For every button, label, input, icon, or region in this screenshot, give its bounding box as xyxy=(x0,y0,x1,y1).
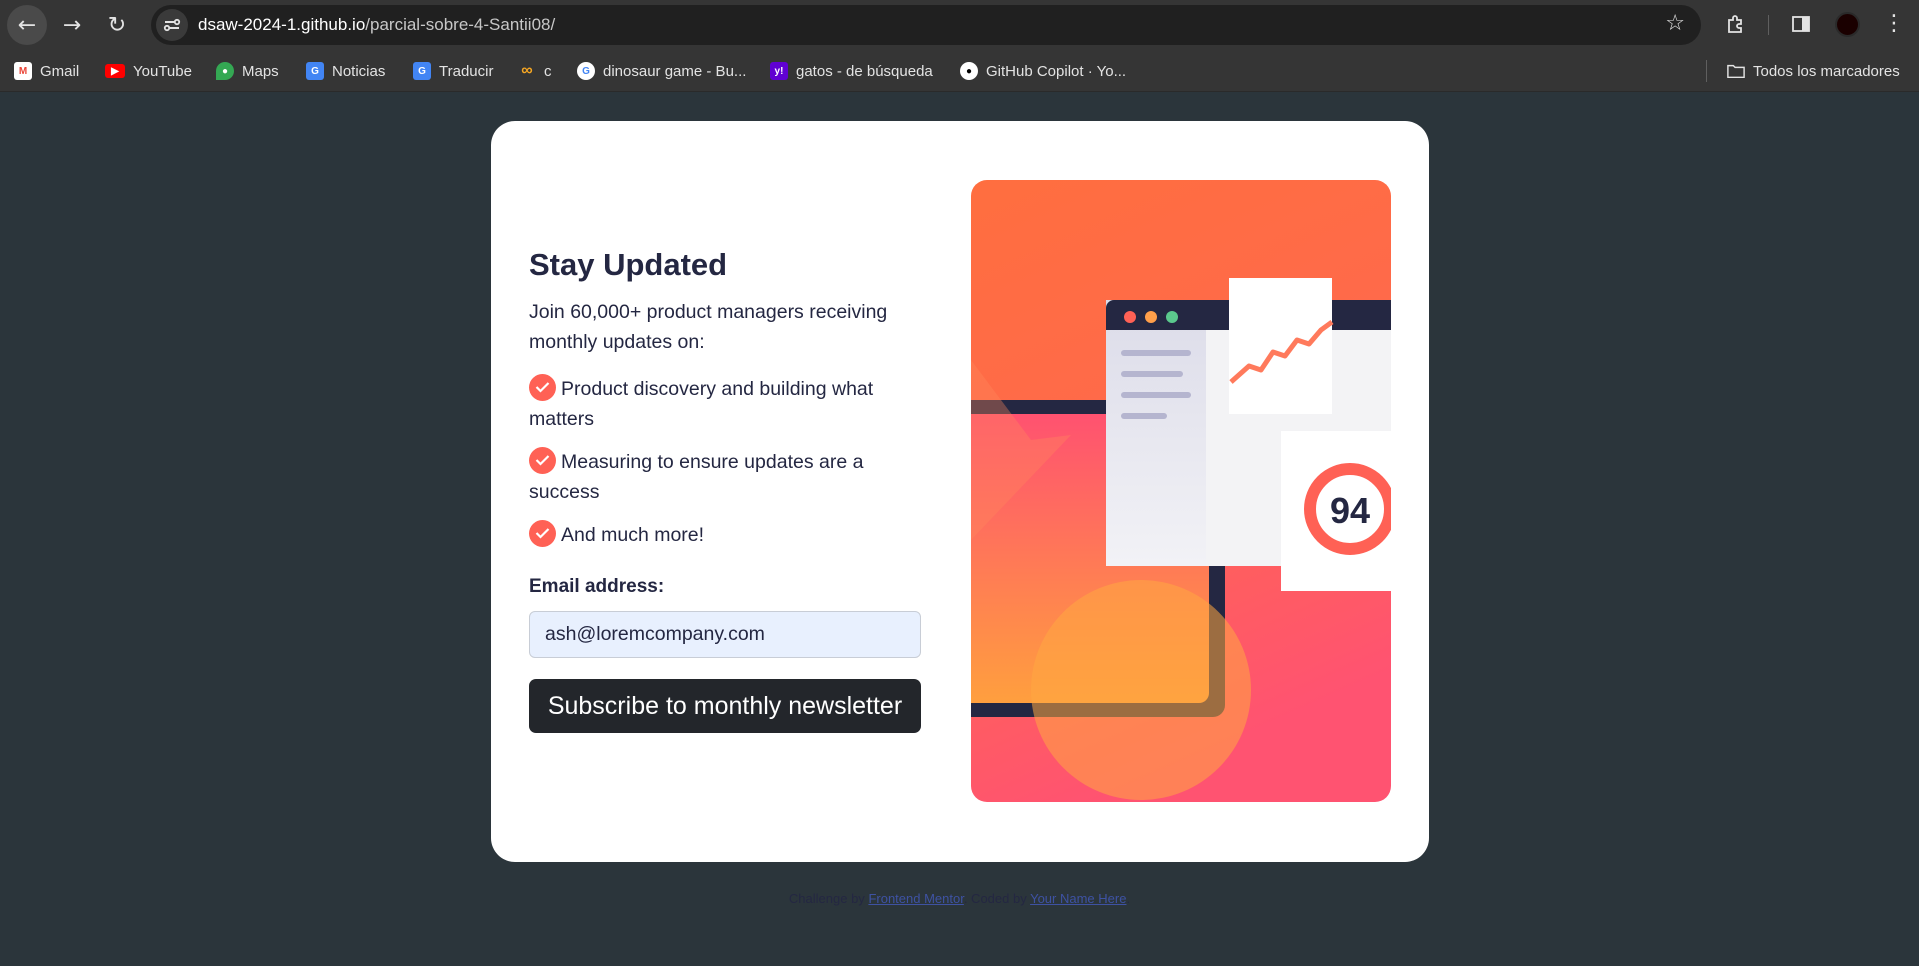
address-bar[interactable]: dsaw-2024-1.github.io/parcial-sobre-4-Sa… xyxy=(151,5,1701,45)
bookmark-gatos[interactable]: y! gatos - de búsqueda xyxy=(770,61,933,81)
frontend-mentor-link[interactable]: Frontend Mentor xyxy=(868,891,963,906)
url-path: /parcial-sobre-4-Santii08/ xyxy=(365,15,556,34)
list-item: And much more! xyxy=(529,520,921,550)
feature-text: Measuring to ensure updates are a succes… xyxy=(529,451,864,503)
folder-icon xyxy=(1727,62,1745,80)
bookmark-youtube[interactable]: ▶ YouTube xyxy=(105,61,192,81)
extensions-icon[interactable] xyxy=(1722,10,1750,38)
bookmark-maps[interactable]: ● Maps xyxy=(216,61,279,81)
dashboard-illustration: 94 xyxy=(971,180,1391,802)
attribution-suffix: . xyxy=(1126,891,1131,906)
check-icon xyxy=(529,447,556,474)
feature-list: Product discovery and building what matt… xyxy=(529,374,921,550)
yahoo-icon: y! xyxy=(770,62,788,80)
list-item: Product discovery and building what matt… xyxy=(529,374,921,434)
bookmark-github-copilot[interactable]: ● GitHub Copilot · Yo... xyxy=(960,61,1126,81)
news-icon: G xyxy=(306,62,324,80)
feature-text: And much more! xyxy=(561,524,705,546)
all-bookmarks[interactable]: Todos los marcadores xyxy=(1727,61,1900,81)
bookmark-label: Traducir xyxy=(439,62,494,80)
feature-text: Product discovery and building what matt… xyxy=(529,378,874,430)
page-title: Stay Updated xyxy=(529,247,728,282)
illustration-svg: 94 xyxy=(971,180,1391,802)
site-info-icon[interactable] xyxy=(156,9,188,41)
google-icon: G xyxy=(577,62,595,80)
github-icon: ● xyxy=(960,62,978,80)
lead-text: Join 60,000+ product managers receiving … xyxy=(529,301,888,353)
bookmark-label: Noticias xyxy=(332,62,386,80)
url-text[interactable]: dsaw-2024-1.github.io/parcial-sobre-4-Sa… xyxy=(198,15,555,35)
bookmark-gmail[interactable]: M Gmail xyxy=(14,61,79,81)
subscribe-button[interactable]: Subscribe to monthly newsletter xyxy=(529,679,921,733)
more-menu-icon[interactable]: ⋮ xyxy=(1883,9,1905,39)
signup-content: Stay Updated Join 60,000+ product manage… xyxy=(529,245,921,733)
bookmarks-bar: M Gmail ▶ YouTube ● Maps G Noticias G Tr… xyxy=(0,49,1919,92)
bookmark-label: GitHub Copilot · Yo... xyxy=(986,62,1127,80)
attribution: Challenge by Frontend Mentor. Coded by Y… xyxy=(0,891,1919,906)
infinity-icon: ∞ xyxy=(521,62,533,79)
list-item: Measuring to ensure updates are a succes… xyxy=(529,447,921,507)
check-icon xyxy=(529,374,556,401)
newsletter-card: Stay Updated Join 60,000+ product manage… xyxy=(491,121,1429,862)
toolbar-divider xyxy=(1768,15,1769,35)
bookmark-label: Gmail xyxy=(40,62,80,80)
bookmark-noticias[interactable]: G Noticias xyxy=(306,61,385,81)
check-icon xyxy=(529,520,556,547)
youtube-icon: ▶ xyxy=(105,64,125,78)
bookmark-label: dinosaur game - Bu... xyxy=(603,62,747,80)
bookmark-label: Maps xyxy=(242,62,279,80)
profile-avatar[interactable] xyxy=(1835,12,1860,37)
bookmark-traducir[interactable]: G Traducir xyxy=(413,61,493,81)
back-arrow-icon[interactable]: ← xyxy=(7,5,47,45)
browser-toolbar: ← → ↻ dsaw-2024-1.github.io/parcial-sobr… xyxy=(0,0,1919,49)
bookmark-star-icon[interactable]: ☆ xyxy=(1665,11,1685,36)
url-host: dsaw-2024-1.github.io xyxy=(198,15,366,34)
gmail-icon: M xyxy=(14,62,32,80)
email-label: Email address: xyxy=(529,576,665,597)
attribution-prefix: Challenge by xyxy=(788,891,865,906)
author-link[interactable]: Your Name Here xyxy=(1030,891,1126,906)
side-panel-icon[interactable] xyxy=(1787,10,1815,38)
bookmark-dinosaur-game[interactable]: G dinosaur game - Bu... xyxy=(577,61,746,81)
translate-icon: G xyxy=(413,62,431,80)
forward-arrow-icon[interactable]: → xyxy=(52,5,92,45)
bookmark-label: c xyxy=(544,62,552,80)
maps-icon: ● xyxy=(216,62,234,80)
email-field[interactable] xyxy=(529,611,921,658)
score-value: 94 xyxy=(1330,490,1370,531)
all-bookmarks-label: Todos los marcadores xyxy=(1753,62,1900,80)
bookmark-label: gatos - de búsqueda xyxy=(796,62,933,80)
reload-icon[interactable]: ↻ xyxy=(97,5,137,45)
bookmark-label: YouTube xyxy=(133,62,192,80)
bookmarks-divider xyxy=(1706,60,1707,82)
bookmark-c[interactable]: ∞ c xyxy=(518,61,552,81)
attribution-middle: . Coded by xyxy=(963,891,1027,906)
